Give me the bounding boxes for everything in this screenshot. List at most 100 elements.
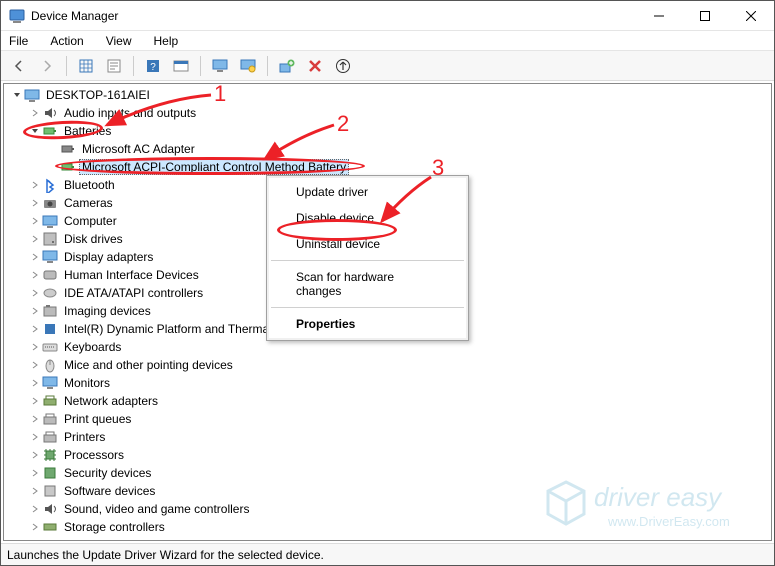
- chevron-right-icon[interactable]: [28, 397, 42, 405]
- toolbar-monitor-icon[interactable]: [208, 54, 232, 78]
- toolbar-delete-icon[interactable]: [303, 54, 327, 78]
- toolbar-separator: [133, 56, 134, 76]
- toolbar-window-icon[interactable]: [169, 54, 193, 78]
- printer-icon: [42, 429, 58, 445]
- chevron-right-icon[interactable]: [28, 109, 42, 117]
- body: DESKTOP-161AIEI Audio inputs and outputs B…: [1, 81, 774, 543]
- ctx-update-driver[interactable]: Update driver: [270, 179, 465, 205]
- tree-root[interactable]: DESKTOP-161AIEI: [8, 86, 771, 104]
- chevron-right-icon[interactable]: [28, 469, 42, 477]
- intel-icon: [42, 321, 58, 337]
- tree-item-label: Keyboards: [62, 340, 123, 354]
- chevron-right-icon[interactable]: [28, 451, 42, 459]
- close-button[interactable]: [728, 1, 774, 31]
- ctx-scan-hardware[interactable]: Scan for hardware changes: [270, 264, 465, 304]
- chevron-right-icon[interactable]: [28, 343, 42, 351]
- security-icon: [42, 465, 58, 481]
- ctx-properties[interactable]: Properties: [270, 311, 465, 337]
- chevron-down-icon[interactable]: [28, 127, 42, 135]
- tree-child-label: Microsoft AC Adapter: [80, 142, 197, 156]
- tree-item-label: Security devices: [62, 466, 153, 480]
- chevron-right-icon[interactable]: [28, 487, 42, 495]
- chevron-right-icon[interactable]: [28, 325, 42, 333]
- chevron-right-icon[interactable]: [28, 433, 42, 441]
- back-button[interactable]: [7, 54, 31, 78]
- toolbar-help-icon[interactable]: ?: [141, 54, 165, 78]
- tree-item-label: Computer: [62, 214, 119, 228]
- tree-item-label: Mice and other pointing devices: [62, 358, 235, 372]
- tree-item[interactable]: Print queues: [8, 410, 771, 428]
- menu-action[interactable]: Action: [46, 32, 87, 50]
- tree-child-item[interactable]: Microsoft ACPI-Compliant Control Method …: [8, 158, 771, 176]
- imaging-icon: [42, 303, 58, 319]
- tree-item[interactable]: Processors: [8, 446, 771, 464]
- chevron-right-icon[interactable]: [28, 289, 42, 297]
- menu-file[interactable]: File: [5, 32, 32, 50]
- camera-icon: [42, 195, 58, 211]
- chevron-right-icon[interactable]: [28, 181, 42, 189]
- chevron-right-icon[interactable]: [28, 217, 42, 225]
- tree-item-label: Network adapters: [62, 394, 160, 408]
- toolbar-scan-icon[interactable]: [236, 54, 260, 78]
- chevron-right-icon[interactable]: [28, 307, 42, 315]
- minimize-button[interactable]: [636, 1, 682, 31]
- tree-item-label: Audio inputs and outputs: [62, 106, 198, 120]
- tree-item[interactable]: Mice and other pointing devices: [8, 356, 771, 374]
- tree-item-label: Sound, video and game controllers: [62, 502, 251, 516]
- toolbar-add-icon[interactable]: [275, 54, 299, 78]
- bluetooth-icon: [42, 177, 58, 193]
- tree-root-label: DESKTOP-161AIEI: [44, 88, 152, 102]
- tree-item-label: IDE ATA/ATAPI controllers: [62, 286, 205, 300]
- ctx-uninstall-device[interactable]: Uninstall device: [270, 231, 465, 257]
- tree-item[interactable]: Printers: [8, 428, 771, 446]
- tree-item-label: Imaging devices: [62, 304, 153, 318]
- ctx-separator: [271, 260, 464, 261]
- printq-icon: [42, 411, 58, 427]
- tree-child-item[interactable]: Microsoft AC Adapter: [8, 140, 771, 158]
- tree-item[interactable]: Storage controllers: [8, 518, 771, 536]
- tree-item-label: Bluetooth: [62, 178, 117, 192]
- chevron-right-icon[interactable]: [28, 505, 42, 513]
- tree-item[interactable]: Sound, video and game controllers: [8, 500, 771, 518]
- chevron-right-icon[interactable]: [28, 253, 42, 261]
- tree-item[interactable]: Network adapters: [8, 392, 771, 410]
- chevron-right-icon[interactable]: [28, 523, 42, 531]
- chevron-right-icon[interactable]: [28, 235, 42, 243]
- menu-help[interactable]: Help: [150, 32, 183, 50]
- tree-item-label: Disk drives: [62, 232, 125, 246]
- chevron-down-icon[interactable]: [10, 91, 24, 99]
- ide-icon: [42, 285, 58, 301]
- battery-icon: [60, 159, 76, 175]
- mouse-icon: [42, 357, 58, 373]
- forward-button[interactable]: [35, 54, 59, 78]
- toolbar-properties-icon[interactable]: [102, 54, 126, 78]
- chevron-right-icon[interactable]: [28, 379, 42, 387]
- maximize-button[interactable]: [682, 1, 728, 31]
- title-bar: Device Manager: [1, 1, 774, 31]
- tree-item-label: Storage controllers: [62, 520, 167, 534]
- computer-icon: [24, 87, 40, 103]
- status-text: Launches the Update Driver Wizard for th…: [7, 548, 324, 562]
- chevron-right-icon[interactable]: [28, 271, 42, 279]
- chevron-right-icon[interactable]: [28, 415, 42, 423]
- processor-icon: [42, 447, 58, 463]
- tree-item-label: Processors: [62, 448, 126, 462]
- tree-item[interactable]: Security devices: [8, 464, 771, 482]
- ctx-disable-device[interactable]: Disable device: [270, 205, 465, 231]
- battery-icon: [42, 123, 58, 139]
- menu-view[interactable]: View: [102, 32, 136, 50]
- toolbar-update-icon[interactable]: [331, 54, 355, 78]
- chevron-right-icon[interactable]: [28, 199, 42, 207]
- tree-item[interactable]: Software devices: [8, 482, 771, 500]
- tree-item[interactable]: Audio inputs and outputs: [8, 104, 771, 122]
- chevron-right-icon[interactable]: [28, 361, 42, 369]
- display-icon: [42, 249, 58, 265]
- toolbar-grid-icon[interactable]: [74, 54, 98, 78]
- tree-item[interactable]: Batteries: [8, 122, 771, 140]
- disk-icon: [42, 231, 58, 247]
- ctx-separator: [271, 307, 464, 308]
- window-title: Device Manager: [31, 9, 118, 23]
- software-icon: [42, 483, 58, 499]
- tree-item-label: Software devices: [62, 484, 157, 498]
- tree-item[interactable]: Monitors: [8, 374, 771, 392]
